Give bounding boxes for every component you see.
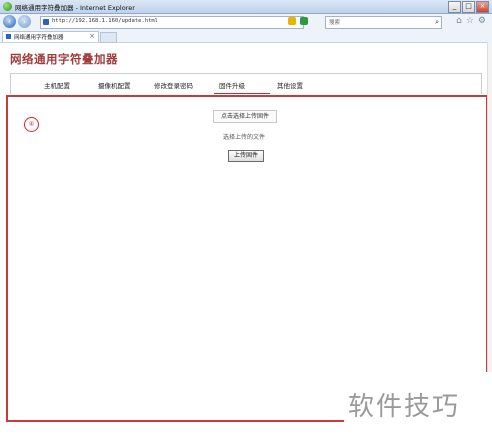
gear-icon[interactable]: ⚙	[478, 16, 486, 26]
nav-firmware-upgrade[interactable]: 固件升级	[219, 80, 245, 90]
upload-firmware-button[interactable]: 上传固件	[228, 150, 264, 162]
window-title: 网络通用字符叠加器 - Internet Explorer	[15, 4, 135, 12]
window-titlebar: 网络通用字符叠加器 - Internet Explorer _ □ ×	[0, 0, 492, 14]
choose-firmware-button[interactable]: 点击选择上传固件	[213, 110, 277, 123]
home-icon[interactable]: ⌂	[456, 16, 462, 26]
page-icon	[43, 19, 49, 25]
tab-strip: 网络通用字符叠加器 ×	[0, 31, 492, 43]
page-title: 网络通用字符叠加器	[10, 52, 118, 66]
toolbar-icons: ⌂ ☆ ⚙	[456, 16, 486, 26]
tab-close-icon[interactable]: ×	[89, 32, 95, 40]
vertical-scrollbar[interactable]	[487, 42, 492, 372]
maximize-button[interactable]: □	[462, 1, 475, 13]
search-input[interactable]: 搜索	[329, 18, 340, 26]
tab-title: 网络通用字符叠加器	[14, 35, 64, 41]
search-box[interactable]: 搜索 ⌕	[325, 16, 442, 29]
address-toolbar: ‹ › http://192.168.1.160/update.html 搜索 …	[0, 14, 492, 31]
step-badge: ④	[24, 117, 39, 132]
active-tab-indicator	[214, 93, 270, 94]
selected-file-label: 选择上传的文件	[223, 134, 266, 141]
forward-icon[interactable]: ›	[18, 15, 31, 28]
nav-camera-config[interactable]: 摄像机配置	[98, 80, 131, 90]
page-icon	[6, 34, 11, 39]
address-bar[interactable]: http://192.168.1.160/update.html	[40, 16, 304, 29]
close-button[interactable]: ×	[476, 1, 489, 13]
nav-host-config[interactable]: 主机配置	[44, 80, 70, 90]
minimize-button[interactable]: _	[448, 1, 461, 13]
compat-icon[interactable]	[288, 17, 296, 25]
window-controls: _ □ ×	[448, 1, 489, 13]
refresh-icon[interactable]	[300, 17, 308, 25]
main-nav: 主机配置 摄像机配置 修改登录密码 固件升级 其他设置	[10, 73, 482, 94]
search-icon[interactable]: ⌕	[435, 18, 439, 27]
nav-change-password[interactable]: 修改登录密码	[154, 80, 193, 90]
browser-tab[interactable]: 网络通用字符叠加器 ×	[2, 31, 99, 42]
ie-logo-icon	[3, 2, 12, 11]
back-icon[interactable]: ‹	[3, 15, 16, 28]
new-tab-button[interactable]	[100, 32, 117, 43]
nav-other-settings[interactable]: 其他设置	[277, 80, 303, 90]
address-text[interactable]: http://192.168.1.160/update.html	[52, 18, 158, 24]
watermark: 软件技巧	[348, 392, 461, 422]
star-icon[interactable]: ☆	[466, 16, 474, 26]
